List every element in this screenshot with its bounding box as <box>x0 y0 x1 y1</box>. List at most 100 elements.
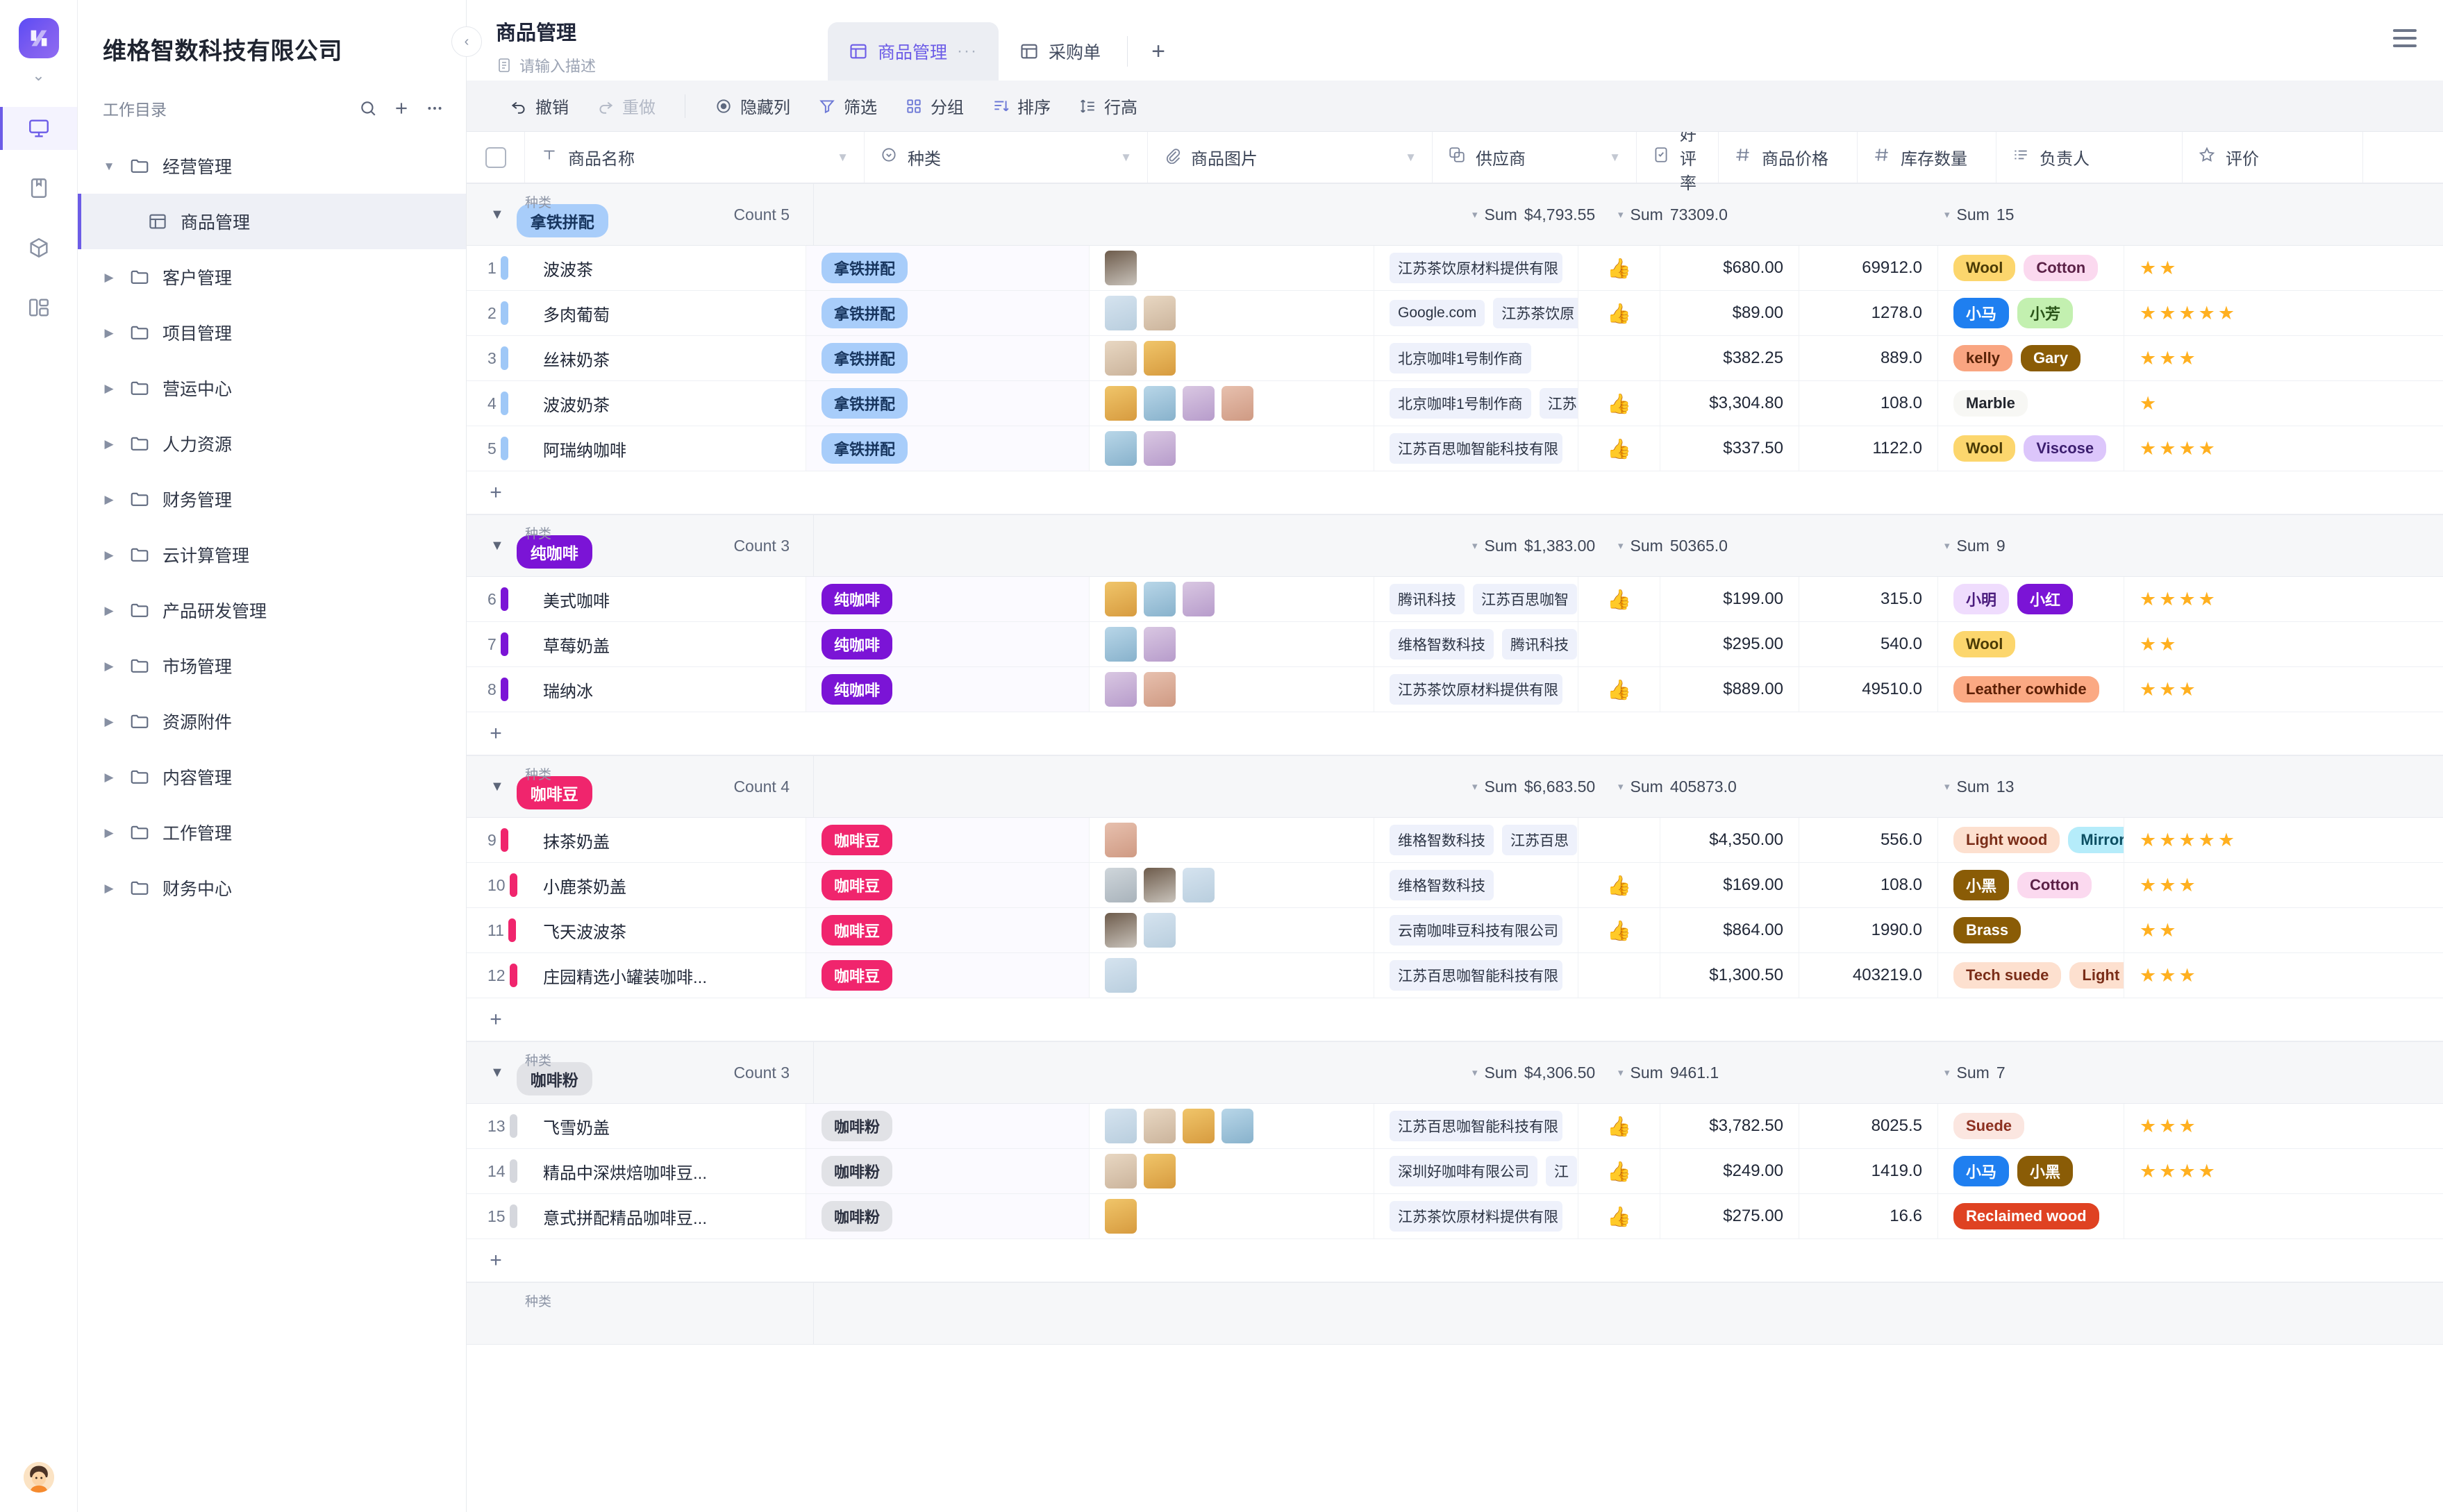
supplier-chip[interactable]: 江苏茶饮原 <box>1493 298 1578 328</box>
cell-supplier[interactable]: 江苏茶饮原材料提供有限 <box>1374 246 1578 290</box>
rail-item-assets[interactable] <box>0 226 77 269</box>
group-sum-price[interactable]: ▾ Sum $4,793.55 <box>1472 205 1595 224</box>
rail-item-templates[interactable] <box>0 286 77 329</box>
supplier-chip[interactable]: 江苏百思咖智 <box>1473 584 1577 614</box>
chevron-right-icon[interactable]: ▶ <box>101 605 117 616</box>
cell-kind[interactable]: 咖啡豆 <box>806 863 1090 907</box>
cell-rating[interactable]: ★ ★ ★ ★ <box>2124 1149 2443 1193</box>
table-row[interactable]: 6 美式咖啡 纯咖啡 腾讯科技 江苏百思咖智 👍 $199.00 315.0 小明 小红 ★ ★ ★ ★ <box>467 577 2443 622</box>
cell-stock[interactable]: 8025.5 <box>1799 1104 1938 1148</box>
supplier-chip[interactable]: 江 <box>1546 1156 1577 1186</box>
cell-supplier[interactable]: 云南咖啡豆科技有限公司 <box>1374 908 1578 952</box>
cell-rating[interactable]: ★ ★ ★ ★ ★ <box>2124 818 2443 862</box>
product-thumbnail[interactable] <box>1222 1109 1253 1143</box>
doc-description[interactable]: 请输入描述 <box>496 54 828 76</box>
cell-kind[interactable]: 拿铁拼配 <box>806 246 1090 290</box>
cell-supplier[interactable]: 江苏茶饮原材料提供有限 <box>1374 1194 1578 1238</box>
hide-fields-button[interactable]: 隐藏列 <box>701 90 804 123</box>
cell-stock[interactable]: 1419.0 <box>1799 1149 1938 1193</box>
cell-product-name[interactable]: 飞天波波茶 <box>525 908 806 952</box>
cell-price[interactable]: $295.00 <box>1660 622 1799 666</box>
group-header[interactable]: ▼ 种类 咖啡粉 Count 3 ▾ Sum $4,306.50 ▾ Sum 9461.1 ▾ S… <box>467 1041 2443 1104</box>
add-row-button[interactable]: + <box>467 471 2443 514</box>
cell-rate[interactable]: 👍 <box>1578 577 1660 621</box>
cell-rate[interactable] <box>1578 336 1660 380</box>
product-thumbnail[interactable] <box>1105 1109 1137 1143</box>
cell-product-name[interactable]: 丝袜奶茶 <box>525 336 806 380</box>
column-header-stock[interactable]: 库存数量 <box>1858 132 1996 183</box>
supplier-chip[interactable]: 江苏茶饮原材料提供有限 <box>1390 253 1562 283</box>
sidebar-item-7[interactable]: ▶ 云计算管理 <box>78 527 466 582</box>
cell-images[interactable] <box>1090 246 1374 290</box>
cell-rating[interactable]: ★ ★ ★ <box>2124 1104 2443 1148</box>
group-button[interactable]: 分组 <box>891 90 978 123</box>
cell-rate[interactable]: 👍 <box>1578 908 1660 952</box>
cell-price[interactable]: $864.00 <box>1660 908 1799 952</box>
cell-stock[interactable]: 889.0 <box>1799 336 1938 380</box>
group-sum-stock[interactable]: ▾ Sum 50365.0 <box>1618 537 1728 555</box>
cell-supplier[interactable]: 江苏百思咖智能科技有限 <box>1374 426 1578 471</box>
group-sum-price[interactable]: ▾ Sum $1,383.00 <box>1472 537 1595 555</box>
cell-price[interactable]: $4,350.00 <box>1660 818 1799 862</box>
cell-stock[interactable]: 556.0 <box>1799 818 1938 862</box>
chevron-right-icon[interactable]: ▶ <box>101 438 117 450</box>
cell-images[interactable] <box>1090 426 1374 471</box>
select-all-checkbox[interactable] <box>467 132 525 183</box>
product-thumbnail[interactable] <box>1183 386 1215 421</box>
cell-price[interactable]: $1,300.50 <box>1660 953 1799 998</box>
column-header-price[interactable]: 商品价格 <box>1719 132 1858 183</box>
chevron-down-icon[interactable]: ⌄ <box>32 68 44 83</box>
table-row[interactable]: 1 波波茶 拿铁拼配 江苏茶饮原材料提供有限 👍 $680.00 69912.0 Wool Co… <box>467 246 2443 291</box>
row-height-button[interactable]: 行高 <box>1065 90 1151 123</box>
cell-product-name[interactable]: 飞雪奶盖 <box>525 1104 806 1148</box>
cell-stock[interactable]: 49510.0 <box>1799 667 1938 712</box>
cell-kind[interactable]: 咖啡粉 <box>806 1194 1090 1238</box>
cell-rate[interactable]: 👍 <box>1578 381 1660 426</box>
product-thumbnail[interactable] <box>1105 823 1137 857</box>
collapse-sidebar-button[interactable]: ‹ <box>451 26 482 57</box>
cell-price[interactable]: $249.00 <box>1660 1149 1799 1193</box>
chevron-down-icon[interactable]: ▼ <box>490 1065 504 1081</box>
product-thumbnail[interactable] <box>1105 1199 1137 1234</box>
cell-rating[interactable]: ★ ★ ★ ★ <box>2124 426 2443 471</box>
product-thumbnail[interactable] <box>1144 1109 1176 1143</box>
group-sum-star[interactable]: ▾ Sum 9 <box>1944 537 2006 555</box>
cell-images[interactable] <box>1090 818 1374 862</box>
group-sum-stock[interactable]: ▾ Sum 9461.1 <box>1618 1064 1719 1082</box>
cell-images[interactable] <box>1090 1104 1374 1148</box>
product-thumbnail[interactable] <box>1144 341 1176 376</box>
cell-product-name[interactable]: 精品中深烘焙咖啡豆... <box>525 1149 806 1193</box>
cell-owner[interactable]: 小马 小黑 <box>1938 1149 2124 1193</box>
cell-owner[interactable]: Leather cowhide <box>1938 667 2124 712</box>
cell-supplier[interactable]: Google.com 江苏茶饮原 <box>1374 291 1578 335</box>
cell-price[interactable]: $169.00 <box>1660 863 1799 907</box>
table-row[interactable]: 9 抹茶奶盖 咖啡豆 维格智数科技 江苏百思 $4,350.00 556.0 Light wo… <box>467 818 2443 863</box>
avatar[interactable] <box>23 1462 54 1493</box>
column-header-kind[interactable]: 种类 ▼ <box>865 132 1148 183</box>
supplier-chip[interactable]: 腾讯科技 <box>1390 584 1465 614</box>
supplier-chip[interactable]: 江苏百思咖智能科技有限 <box>1390 960 1562 991</box>
supplier-chip[interactable]: 维格智数科技 <box>1390 629 1494 660</box>
chevron-down-icon[interactable]: ▼ <box>490 538 504 554</box>
cell-supplier[interactable]: 维格智数科技 <box>1374 863 1578 907</box>
product-thumbnail[interactable] <box>1144 1154 1176 1188</box>
plus-icon[interactable]: + <box>467 1008 525 1032</box>
cell-price[interactable]: $337.50 <box>1660 426 1799 471</box>
table-row[interactable]: 7 草莓奶盖 纯咖啡 维格智数科技 腾讯科技 $295.00 540.0 Wool ★ ★ <box>467 622 2443 667</box>
cell-kind[interactable]: 咖啡粉 <box>806 1104 1090 1148</box>
cell-stock[interactable]: 108.0 <box>1799 381 1938 426</box>
cell-rating[interactable]: ★ ★ <box>2124 908 2443 952</box>
product-thumbnail[interactable] <box>1144 582 1176 616</box>
cell-supplier[interactable]: 深圳好咖啡有限公司江 <box>1374 1149 1578 1193</box>
cell-price[interactable]: $89.00 <box>1660 291 1799 335</box>
cell-product-name[interactable]: 庄园精选小罐装咖啡... <box>525 953 806 998</box>
table-row[interactable]: 15 意式拼配精品咖啡豆... 咖啡粉 江苏茶饮原材料提供有限 👍 $275.00 16.6… <box>467 1194 2443 1239</box>
vika-logo[interactable] <box>18 18 59 58</box>
chevron-right-icon[interactable]: ▶ <box>101 827 117 839</box>
cell-supplier[interactable]: 维格智数科技 江苏百思 <box>1374 818 1578 862</box>
chevron-down-icon[interactable]: ▼ <box>1120 151 1132 165</box>
product-thumbnail[interactable] <box>1183 582 1215 616</box>
table-row[interactable]: 3 丝袜奶茶 拿铁拼配 北京咖啡1号制作商 $382.25 889.0 kelly Gary ★… <box>467 336 2443 381</box>
product-thumbnail[interactable] <box>1105 431 1137 466</box>
group-sum-stock[interactable]: ▾ Sum 405873.0 <box>1618 778 1737 796</box>
